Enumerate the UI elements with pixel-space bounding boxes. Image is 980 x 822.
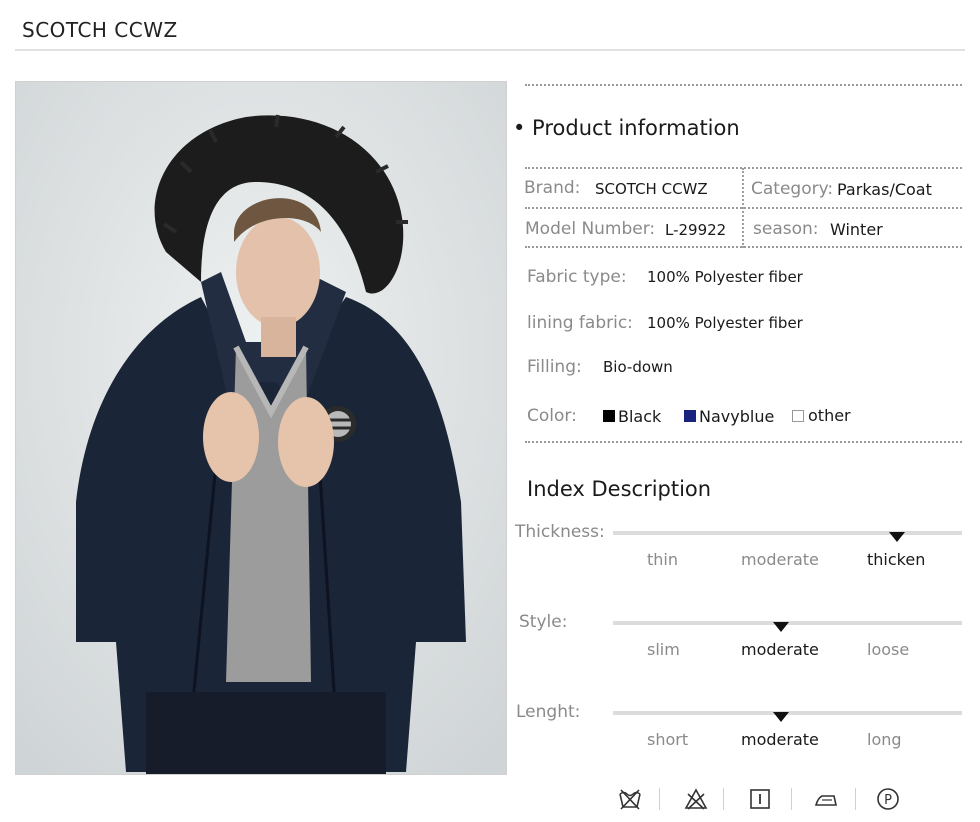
divider xyxy=(525,84,962,86)
product-info-heading: • Product information xyxy=(513,116,740,140)
product-photo xyxy=(15,81,507,775)
category-value: Parkas/Coat xyxy=(837,180,932,199)
brand-value: SCOTCH CCWZ xyxy=(595,180,708,198)
style-marker xyxy=(773,622,789,632)
model-label: Model Number: xyxy=(525,219,656,239)
style-option-moderate: moderate xyxy=(741,640,819,659)
length-option-long: long xyxy=(867,730,902,749)
dry-clean-icon: P xyxy=(877,788,899,810)
color-label: Color: xyxy=(527,406,577,426)
season-value: Winter xyxy=(830,220,883,239)
thickness-track xyxy=(613,531,962,535)
color-swatch-other[interactable] xyxy=(792,410,804,422)
iron-icon xyxy=(814,795,837,806)
thickness-label: Thickness: xyxy=(515,522,605,542)
thickness-option-thin: thin xyxy=(647,550,678,569)
divider xyxy=(525,441,962,443)
color-name-navyblue[interactable]: Navyblue xyxy=(699,407,774,426)
divider xyxy=(525,207,962,209)
divider xyxy=(525,246,962,248)
brand-title: SCOTCH CCWZ xyxy=(22,18,178,42)
length-marker xyxy=(773,712,789,722)
color-swatch-black[interactable] xyxy=(603,410,615,422)
model-value: L-29922 xyxy=(665,221,727,239)
style-option-loose: loose xyxy=(867,640,910,659)
style-label: Style: xyxy=(519,612,568,632)
index-heading: Index Description xyxy=(527,477,712,501)
fabric-label: Fabric type: xyxy=(527,267,627,287)
title-divider xyxy=(15,49,965,51)
filling-value: Bio-down xyxy=(603,358,673,376)
length-label: Lenght: xyxy=(516,702,581,722)
icon-separator xyxy=(723,788,724,810)
lining-label: lining fabric: xyxy=(527,313,633,333)
length-option-moderate: moderate xyxy=(741,730,819,749)
season-label: season: xyxy=(753,219,819,239)
category-label: Category: xyxy=(751,179,834,199)
no-bleach-icon xyxy=(684,788,708,810)
thickness-option-moderate: moderate xyxy=(741,550,819,569)
icon-separator xyxy=(855,788,856,810)
filling-label: Filling: xyxy=(527,357,582,377)
svg-text:P: P xyxy=(884,793,892,808)
thickness-option-thicken: thicken xyxy=(867,550,926,569)
lining-value: 100% Polyester fiber xyxy=(647,314,803,332)
fabric-value: 100% Polyester fiber xyxy=(647,268,803,286)
no-wash-icon xyxy=(619,789,641,810)
length-option-short: short xyxy=(647,730,689,749)
icon-separator xyxy=(659,788,660,810)
color-swatch-navyblue[interactable] xyxy=(684,410,696,422)
brand-label: Brand: xyxy=(524,178,581,198)
color-name-black[interactable]: Black xyxy=(618,407,661,426)
thickness-marker xyxy=(889,532,905,542)
icon-separator xyxy=(791,788,792,810)
style-option-slim: slim xyxy=(647,640,680,659)
tumble-dry-icon xyxy=(750,789,770,809)
color-name-other[interactable]: other xyxy=(808,406,851,425)
